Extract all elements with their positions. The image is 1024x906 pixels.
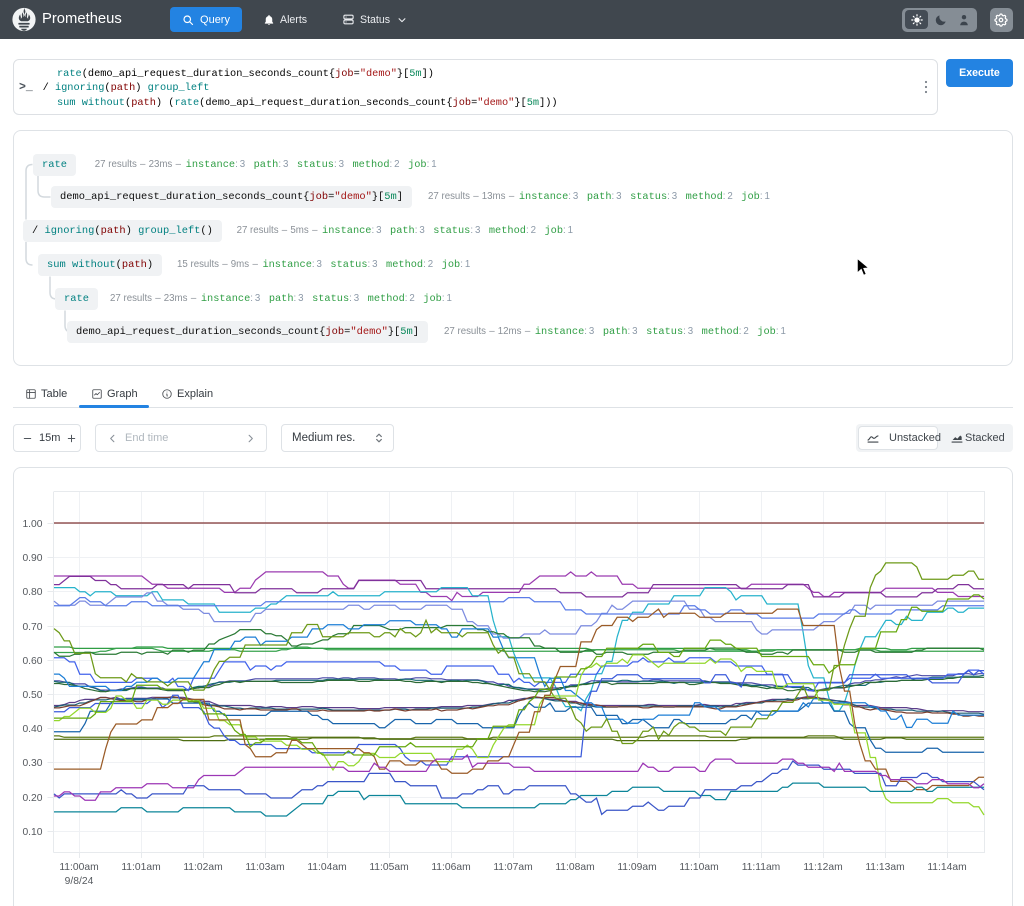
svg-text:1.00: 1.00 xyxy=(22,519,42,530)
svg-text:0.30: 0.30 xyxy=(22,758,42,769)
svg-text:11:10am: 11:10am xyxy=(679,862,718,873)
svg-text:11:14am: 11:14am xyxy=(927,862,966,873)
svg-text:9/8/24: 9/8/24 xyxy=(65,876,94,887)
svg-text:11:05am: 11:05am xyxy=(369,862,408,873)
svg-text:11:07am: 11:07am xyxy=(493,862,532,873)
svg-text:0.40: 0.40 xyxy=(22,724,42,735)
svg-text:11:00am: 11:00am xyxy=(59,862,98,873)
svg-text:11:12am: 11:12am xyxy=(803,862,842,873)
svg-text:11:11am: 11:11am xyxy=(742,862,781,873)
svg-text:0.20: 0.20 xyxy=(22,793,42,804)
svg-text:11:01am: 11:01am xyxy=(121,862,160,873)
svg-text:0.60: 0.60 xyxy=(22,656,42,667)
svg-text:0.90: 0.90 xyxy=(22,553,42,564)
svg-text:0.10: 0.10 xyxy=(22,827,42,838)
svg-text:11:06am: 11:06am xyxy=(431,862,470,873)
svg-text:11:09am: 11:09am xyxy=(617,862,656,873)
svg-text:11:03am: 11:03am xyxy=(245,862,284,873)
svg-text:11:04am: 11:04am xyxy=(307,862,346,873)
svg-text:11:13am: 11:13am xyxy=(865,862,904,873)
svg-text:11:08am: 11:08am xyxy=(555,862,594,873)
svg-text:0.70: 0.70 xyxy=(22,622,42,633)
svg-text:11:02am: 11:02am xyxy=(183,862,222,873)
svg-text:0.50: 0.50 xyxy=(22,690,42,701)
svg-text:0.80: 0.80 xyxy=(22,587,42,598)
